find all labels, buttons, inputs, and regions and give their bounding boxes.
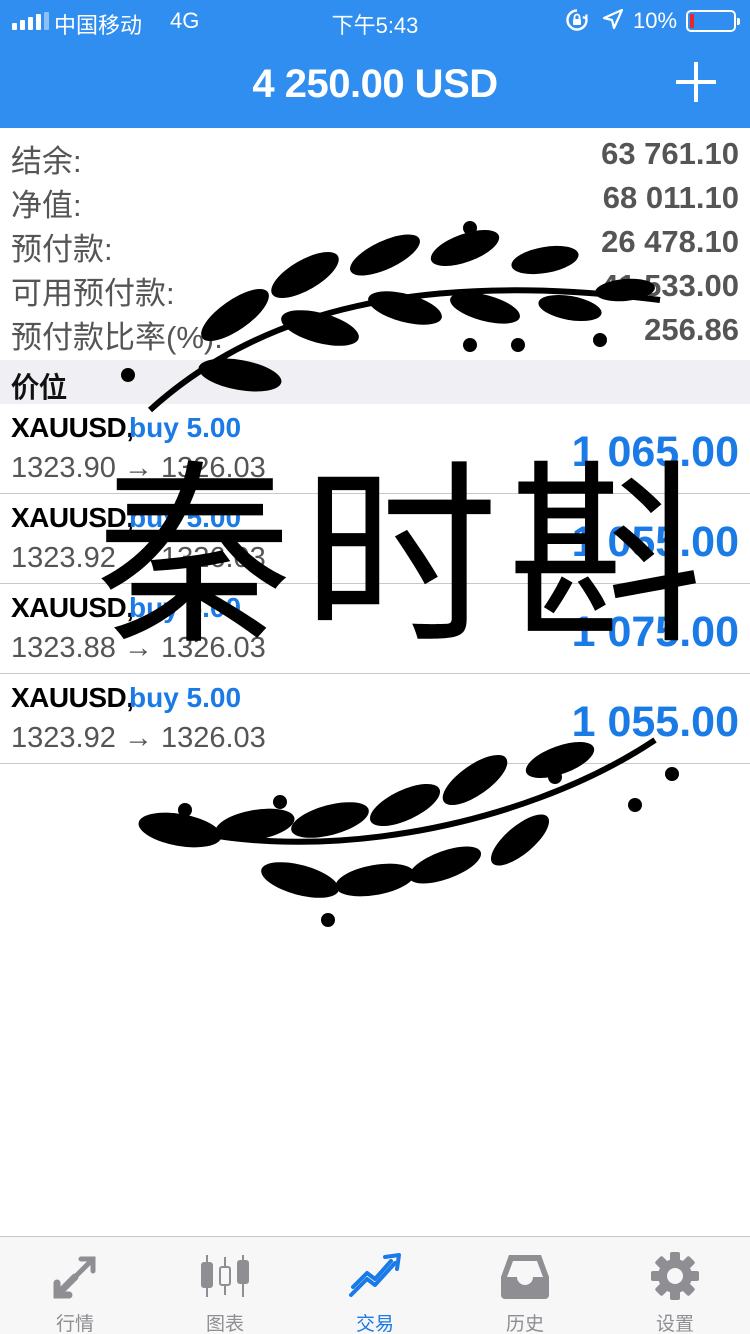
top-bar: 中国移动 4G 下午5:43 10% 4 250.00 USD [0,0,750,128]
positions-list: XAUUSD, buy 5.00 1323.90 → 1326.03 1 065… [0,404,750,764]
position-symbol: XAUUSD, [11,592,134,623]
battery-icon [686,10,740,32]
position-prices: 1323.92 → 1326.03 [11,722,266,754]
summary-value: 41 533.00 [601,268,739,303]
position-prices: 1323.90 → 1326.03 [11,452,266,484]
summary-value: 26 478.10 [601,224,739,259]
summary-row: 结余: 63 761.10 [0,130,750,179]
tab-charts[interactable]: 图表 [150,1237,300,1334]
plus-icon[interactable] [672,58,720,106]
summary-row: 可用预付款: 41 533.00 [0,262,750,311]
history-inbox-icon [501,1255,549,1299]
summary-value: 256.86 [644,312,739,347]
summary-row: 净值: 68 011.10 [0,174,750,223]
position-row[interactable]: XAUUSD, buy 5.00 1323.92 → 1326.03 1 055… [0,494,750,584]
summary-label: 预付款比率(%): [11,320,223,355]
position-symbol: XAUUSD, [11,412,134,443]
tab-label: 设置 [655,1314,694,1334]
tab-label: 图表 [205,1314,244,1334]
account-summary: 结余: 63 761.10 净值: 68 011.10 预付款: 26 478.… [0,130,750,355]
trade-trend-icon [349,1253,401,1297]
tab-label: 历史 [505,1314,544,1334]
location-icon [602,8,624,30]
position-profit: 1 075.00 [571,608,739,656]
tab-label: 交易 [355,1314,394,1334]
position-symbol: XAUUSD, [11,502,134,533]
tab-label: 行情 [55,1314,94,1334]
position-row[interactable]: XAUUSD, buy 5.00 1323.92 → 1326.03 1 055… [0,674,750,764]
page-title: 4 250.00 USD [252,62,498,106]
position-prices: 1323.92 → 1326.03 [11,542,266,574]
position-row[interactable]: XAUUSD, buy 5.00 1323.88 → 1326.03 1 075… [0,584,750,674]
battery-percent: 10% [633,8,678,33]
tab-settings[interactable]: 设置 [600,1237,750,1334]
orientation-lock-icon [566,9,588,31]
section-title: 价位 [11,372,68,403]
positions-section-header: 价位 [0,360,750,404]
candlestick-chart-icon [201,1255,249,1297]
position-prices: 1323.88 → 1326.03 [11,632,266,664]
position-profit: 1 055.00 [571,698,739,746]
summary-value: 63 761.10 [601,136,739,171]
tab-history[interactable]: 历史 [450,1237,600,1334]
summary-row: 预付款: 26 478.10 [0,218,750,267]
summary-value: 68 011.10 [602,180,739,215]
tab-quotes[interactable]: 行情 [0,1237,150,1334]
position-side: buy 5.00 [129,592,242,623]
tab-bar: 行情 图表 交易 历史 设置 [0,1236,750,1334]
position-profit: 1 065.00 [571,428,739,476]
position-row[interactable]: XAUUSD, buy 5.00 1323.90 → 1326.03 1 065… [0,404,750,494]
position-side: buy 5.00 [129,412,242,443]
position-side: buy 5.00 [129,502,242,533]
gear-icon [651,1252,699,1300]
quotes-arrows-icon [53,1256,96,1299]
position-side: buy 5.00 [129,682,242,713]
summary-row: 预付款比率(%): 256.86 [0,306,750,355]
tab-trade[interactable]: 交易 [300,1237,450,1334]
status-bar: 中国移动 4G 下午5:43 10% [0,0,750,40]
position-symbol: XAUUSD, [11,682,134,713]
position-profit: 1 055.00 [571,518,739,566]
